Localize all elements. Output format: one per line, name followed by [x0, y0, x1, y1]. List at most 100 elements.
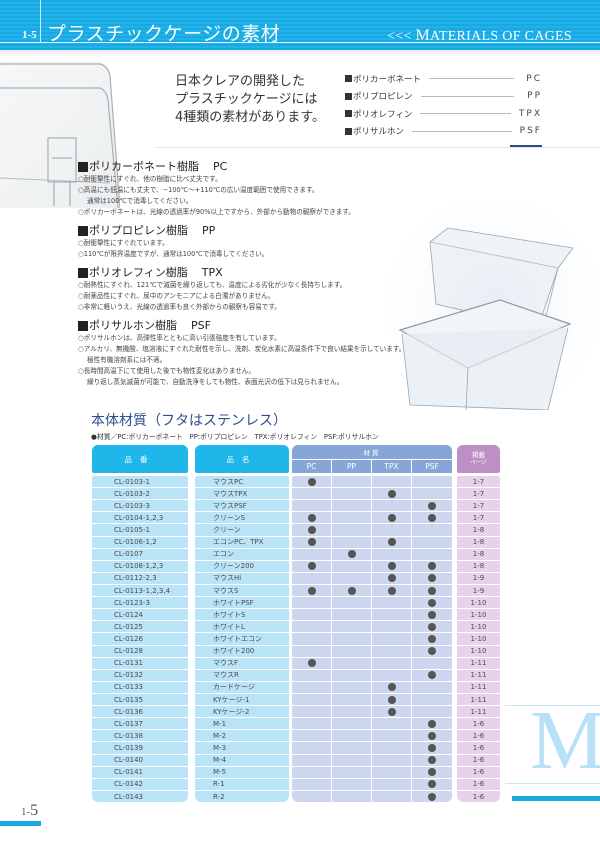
material-dot-icon	[428, 574, 436, 583]
cell-product-code: CL-0125	[92, 621, 188, 634]
table-title: 本体材質（フタはステンレス）	[91, 413, 287, 429]
material-cell-pp	[332, 548, 372, 560]
page-title-english: <<< MATERIALS OF CAGES	[387, 27, 572, 44]
material-cell-psf	[412, 767, 452, 778]
material-cell-tpx	[372, 742, 412, 754]
cell-product-name: マウスTPX	[195, 488, 289, 501]
cell-product-name: マウスPSF	[195, 500, 289, 513]
material-cell-pp	[332, 536, 372, 548]
material-cell-psf	[412, 779, 452, 790]
cell-page: 1-8	[457, 537, 500, 549]
leader-line	[429, 78, 514, 80]
material-dot-icon	[428, 634, 436, 643]
material-dot-icon	[428, 731, 436, 740]
cell-page: 1-10	[457, 597, 500, 610]
material-cell-tpx	[372, 645, 412, 657]
header-product-code: 品番	[92, 445, 188, 473]
cell-product-code: CL-0126	[92, 633, 188, 646]
cell-product-name: M-3	[195, 742, 289, 755]
section-number: 1-5	[22, 29, 37, 41]
cell-materials	[292, 584, 452, 598]
material-cell-tpx	[372, 693, 412, 706]
material-cell-tpx	[372, 778, 412, 790]
cell-materials	[292, 548, 452, 561]
material-cell-psf	[412, 633, 452, 644]
cell-product-code: CL-0104-1,2,3	[92, 512, 188, 525]
material-cell-pc	[292, 536, 332, 548]
cell-product-name: ホワイトエコン	[195, 633, 289, 646]
cell-materials	[292, 706, 452, 719]
cell-materials	[292, 681, 452, 694]
material-cell-pp	[332, 572, 372, 584]
material-dot-icon	[428, 513, 436, 522]
column-product-name: マウスPC マウスTPX マウスPSF クリーンS クリーン エコンPC、TPX エコン クリ…	[195, 476, 289, 802]
resin-heading: ポリサルホン樹脂 PSF	[78, 319, 518, 333]
material-cell-tpx	[372, 548, 412, 560]
material-cell-pp	[332, 560, 372, 572]
cell-product-name: R-2	[213, 792, 225, 801]
material-cell-pp	[332, 754, 372, 766]
material-dot-icon	[428, 719, 436, 728]
material-item: ポリプロピレン PP	[345, 88, 542, 106]
material-cell-pc	[292, 609, 332, 621]
cell-product-name: ホワイトPSF	[195, 597, 289, 610]
material-dot-icon	[387, 695, 396, 704]
square-bullet-icon	[78, 268, 88, 278]
cell-product-code: CL-0124	[92, 609, 188, 622]
cell-product-code: CL-0103-1	[92, 476, 188, 489]
cell-page: 1-6	[457, 742, 500, 755]
cell-materials	[292, 560, 452, 573]
cell-product-name: マウスR	[195, 670, 289, 682]
material-cell-tpx	[372, 766, 412, 778]
index-bar	[512, 796, 600, 801]
cell-materials	[292, 718, 452, 731]
material-cell-pc	[292, 742, 332, 754]
cell-page: 1-8	[457, 561, 500, 573]
material-cell-psf	[412, 597, 452, 608]
cell-product-code: CL-0140	[92, 755, 188, 767]
material-cell-pp	[332, 488, 372, 500]
cell-product-code: CL-0142	[92, 779, 188, 791]
cell-page: 1-6	[457, 755, 500, 767]
cell-product-name: マウスPC	[195, 476, 289, 489]
cell-product-name: マウスF	[195, 658, 289, 670]
cell-page: 1-7	[457, 500, 500, 513]
column-page: 1-7 1-7 1-7 1-7 1-8 1-8 1-8 1-8 1-9 1-9 1-10 1-10 1-…	[457, 476, 500, 802]
material-cell-pp	[332, 512, 372, 524]
header-shadow	[0, 50, 600, 58]
material-cell-tpx	[372, 512, 412, 524]
material-cell-pc	[292, 597, 332, 609]
leader-line	[412, 130, 512, 132]
material-cell-psf	[412, 682, 452, 693]
index-rule	[505, 783, 600, 784]
material-cell-psf	[412, 524, 452, 535]
material-cell-pp	[332, 524, 372, 536]
square-bullet-icon	[78, 162, 88, 172]
material-cell-pc	[292, 706, 332, 718]
cell-page: 1-9	[457, 573, 500, 585]
column-product-code: CL-0103-1 CL-0103-2 CL-0103-3 CL-0104-1,2,3…	[92, 476, 188, 802]
material-cell-psf	[412, 621, 452, 632]
cell-product-name: KYケージ-1	[195, 694, 289, 707]
cell-materials	[292, 742, 452, 755]
material-cell-psf	[412, 609, 452, 620]
material-dot-icon	[428, 610, 436, 619]
material-dot-icon	[387, 683, 396, 692]
material-cell-psf	[412, 476, 452, 487]
square-bullet-icon	[78, 226, 88, 236]
material-cell-psf	[412, 488, 452, 499]
cell-product-code: CL-0113-1,2,3,4	[92, 585, 188, 598]
cell-materials	[292, 657, 452, 670]
material-cell-pc	[292, 754, 332, 766]
material-cell-psf	[412, 658, 452, 669]
cell-materials	[292, 488, 452, 501]
material-cell-psf	[412, 706, 452, 717]
header-material-psf: PSF	[412, 460, 452, 473]
material-cell-tpx	[372, 633, 412, 645]
cell-page: 1-11	[457, 694, 500, 707]
resin-heading: ポリカーボネート樹脂 PC	[78, 160, 518, 174]
leader-line	[420, 113, 511, 115]
material-cell-psf	[412, 718, 452, 729]
material-dot-icon	[428, 598, 436, 607]
material-cell-pc	[292, 524, 332, 536]
